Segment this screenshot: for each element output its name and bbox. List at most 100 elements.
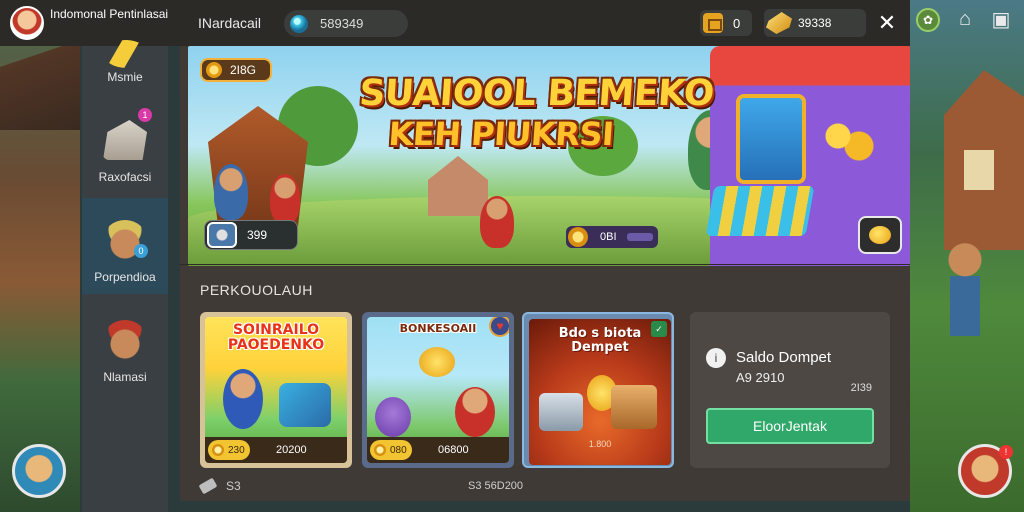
- event-banner[interactable]: SUAIOOL BEMEKO KEH PIUKRSI 2I8G 399 0BI: [188, 46, 910, 266]
- character-figure: [270, 174, 300, 224]
- wallet-action-button[interactable]: EloorJentak: [706, 408, 874, 444]
- machine-keypad: [705, 186, 815, 236]
- card-footer: 080 06800: [367, 437, 509, 463]
- score-bar: [626, 233, 653, 241]
- wallet-panel: i Saldo Dompet A9 2910 2I39 EloorJentak: [690, 312, 890, 468]
- chest-icon: [539, 393, 583, 431]
- background-right: [910, 0, 1024, 512]
- main-panel: SUAIOOL BEMEKO KEH PIUKRSI 2I8G 399 0BI …: [180, 46, 910, 501]
- sidebar-item-label: Raxofacsi: [98, 170, 152, 184]
- trophy-icon: [419, 347, 455, 377]
- gold-bar-icon: [766, 12, 792, 34]
- score-value: 0BI: [600, 231, 617, 243]
- banner-title-line2: KEH PIUKRSI: [387, 115, 615, 153]
- card-footer: 230 20200: [205, 437, 347, 463]
- chest-icon: [103, 120, 147, 160]
- character-figure: [214, 164, 248, 220]
- sidebar: Msmie 1 Raxofacsi 0 Porpendioa Nlamasi: [82, 40, 168, 512]
- character-figure: [223, 369, 263, 429]
- gem-icon: [290, 14, 308, 33]
- card-artwork: Bdo s biota Dempet ✓ 1.800: [529, 319, 671, 465]
- wallet-secondary-value: 2I39: [850, 382, 872, 394]
- offer-card[interactable]: SOINRAILO PAOEDENKO 230 20200: [200, 312, 352, 468]
- player-avatar: [207, 222, 237, 248]
- info-icon: i: [706, 348, 726, 368]
- coins-pile: [820, 116, 880, 166]
- coin-icon: [568, 227, 588, 247]
- badge-icon: ♥: [489, 317, 509, 337]
- reward-button[interactable]: [858, 216, 902, 254]
- app-title: Indomonal Pentinlasai: [50, 7, 169, 21]
- chest-icon: [611, 385, 657, 429]
- sidebar-item-label: Msmie: [107, 70, 143, 84]
- achievement-icon[interactable]: ✿: [916, 8, 940, 32]
- card-value: 06800: [438, 444, 469, 456]
- gem-balance[interactable]: 589349: [284, 10, 408, 37]
- character-face-icon: [103, 320, 147, 360]
- mail-icon: [703, 13, 723, 33]
- reward-icon: [869, 226, 891, 244]
- top-right-icons: ✿ ⌂ ▣: [916, 8, 1012, 32]
- banner-title-line1: SUAIOOL BEMEKO: [358, 73, 716, 114]
- gold-balance[interactable]: 39338: [764, 9, 866, 37]
- sidebar-item-msmie[interactable]: Msmie: [82, 40, 168, 98]
- player-pill[interactable]: 399: [204, 220, 298, 250]
- footer-left: S3: [198, 477, 241, 495]
- profile-avatar-button[interactable]: [12, 444, 66, 498]
- background-left: [0, 0, 80, 512]
- card-artwork: BONKESOAII ♥ 080 06800: [367, 317, 509, 463]
- mail-count: 0: [733, 15, 741, 31]
- sidebar-item-porpendioa[interactable]: 0 Porpendioa: [82, 198, 168, 294]
- banana-icon: [104, 40, 148, 68]
- background-house: [944, 70, 1024, 250]
- sidebar-item-label: Porpendioa: [94, 270, 156, 284]
- card-value: 20200: [276, 444, 307, 456]
- wallet-balance: A9 2910: [736, 370, 785, 385]
- sidebar-item-label: Nlamasi: [103, 370, 147, 384]
- offer-card[interactable]: BONKESOAII ♥ 080 06800: [362, 312, 514, 468]
- section-heading: PERKOUOLAUH: [200, 282, 313, 298]
- character-figure: [480, 196, 514, 248]
- creature-figure: [375, 397, 411, 437]
- card-artwork: SOINRAILO PAOEDENKO 230 20200: [205, 317, 347, 463]
- footer-left-value: S3: [226, 479, 241, 493]
- friend-avatar-button[interactable]: !: [958, 444, 1013, 498]
- notification-badge: 1: [138, 108, 152, 122]
- wallet-title: Saldo Dompet: [736, 349, 832, 366]
- treasure-box: [279, 383, 331, 427]
- home-icon[interactable]: ⌂: [954, 8, 976, 30]
- section-title: INardacail: [198, 15, 262, 31]
- background-character: [940, 240, 990, 350]
- offer-card-selected[interactable]: Bdo s biota Dempet ✓ 1.800: [522, 312, 674, 468]
- character-figure: [455, 387, 495, 437]
- app-logo: [10, 6, 44, 40]
- score-pill: 0BI: [566, 226, 658, 248]
- coin-icon: [206, 62, 222, 78]
- card-price: 230: [208, 440, 250, 460]
- banner-house: [428, 156, 488, 216]
- status-badge: 0: [134, 244, 148, 258]
- card-title: BONKESOAII: [399, 322, 477, 335]
- banner-coin-pill: 2I8G: [200, 58, 272, 82]
- footer-mid-value: S3 56D200: [468, 480, 524, 492]
- card-caption: 1.800: [588, 439, 612, 449]
- close-button[interactable]: ✕: [876, 12, 898, 34]
- check-icon: ✓: [651, 321, 667, 337]
- notification-badge: !: [999, 445, 1013, 459]
- background-roof: [0, 40, 80, 130]
- mail-counter[interactable]: 0: [700, 10, 752, 36]
- gem-value: 589349: [320, 16, 364, 31]
- grid-menu-icon[interactable]: ▣: [990, 8, 1012, 31]
- card-price: 080: [370, 440, 412, 460]
- divider: [180, 264, 910, 265]
- gold-value: 39338: [798, 16, 832, 30]
- card-title: SOINRAILO PAOEDENKO: [227, 322, 325, 353]
- player-value: 399: [247, 228, 268, 242]
- machine-screen: [736, 94, 806, 184]
- sidebar-item-raxofacsi[interactable]: 1 Raxofacsi: [82, 98, 168, 194]
- tag-icon: [198, 477, 218, 495]
- top-bar: Indomonal Pentinlasai INardacail 589349 …: [0, 0, 910, 46]
- card-title: Bdo s biota Dempet: [558, 326, 642, 355]
- sidebar-item-nlamasi[interactable]: Nlamasi: [82, 298, 168, 394]
- banner-title: SUAIOOL BEMEKO KEH PIUKRSI: [355, 73, 721, 154]
